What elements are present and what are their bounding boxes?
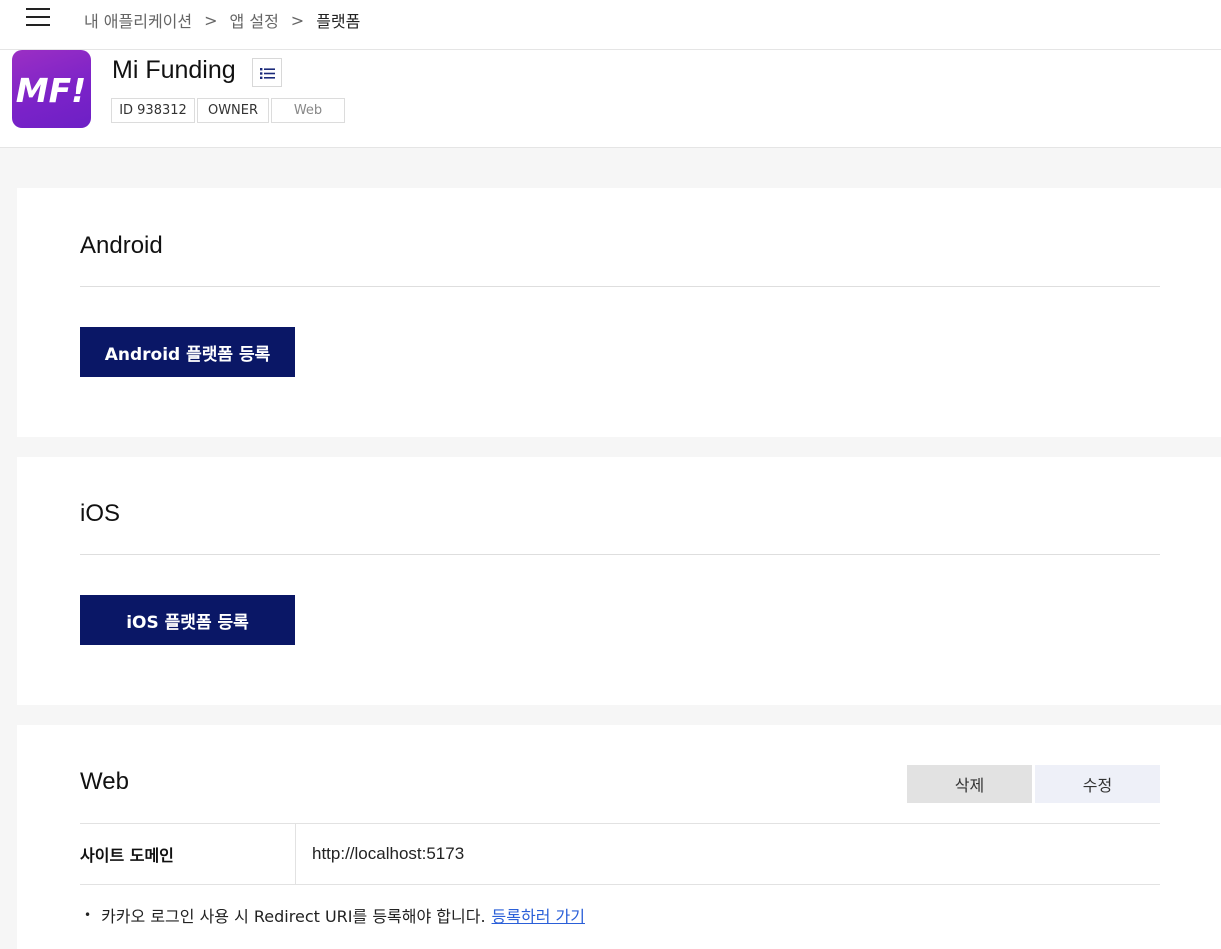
breadcrumb-current: 플랫폼 xyxy=(316,12,361,31)
site-domain-label: 사이트 도메인 xyxy=(80,824,296,884)
redirect-notice-text: 카카오 로그인 사용 시 Redirect URI를 등록해야 합니다. xyxy=(101,907,486,926)
ios-register-button[interactable]: iOS 플랫폼 등록 xyxy=(80,595,295,645)
android-card: Android Android 플랫폼 등록 xyxy=(17,188,1221,437)
site-domain-value: http://localhost:5173 xyxy=(312,844,465,863)
breadcrumb-item-app-settings[interactable]: 앱 설정 xyxy=(230,8,279,32)
android-divider xyxy=(80,286,1160,287)
svg-text:MF!: MF! xyxy=(16,71,86,110)
bullet-icon: • xyxy=(84,908,92,922)
app-icon: MF! xyxy=(12,50,91,128)
ios-title: iOS xyxy=(80,500,121,527)
app-platform-tag: Web xyxy=(271,98,345,123)
web-edit-button[interactable]: 수정 xyxy=(1035,765,1160,803)
redirect-notice: • 카카오 로그인 사용 시 Redirect URI를 등록해야 합니다. 등… xyxy=(80,903,585,927)
app-tags: ID 938312 OWNER Web xyxy=(111,98,347,123)
ios-divider xyxy=(80,554,1160,555)
android-title: Android xyxy=(80,232,163,259)
list-icon xyxy=(260,68,275,79)
app-logo-icon: MF! xyxy=(16,71,86,110)
app-header: MF! Mi Funding ID 938312 OWNER Web xyxy=(0,50,1221,148)
app-name: Mi Funding xyxy=(112,56,236,84)
site-domain-row: 사이트 도메인 http://localhost:5173 xyxy=(80,823,1160,885)
top-bar: 내 애플리케이션 > 앱 설정 > 플랫폼 xyxy=(0,0,1221,50)
app-id-tag: ID 938312 xyxy=(111,98,195,123)
register-redirect-link[interactable]: 등록하러 가기 xyxy=(492,903,585,927)
web-card: Web 삭제 수정 사이트 도메인 http://localhost:5173 … xyxy=(17,725,1221,949)
breadcrumb-separator: > xyxy=(290,10,305,30)
app-list-button[interactable] xyxy=(252,58,282,87)
breadcrumb-item-my-apps[interactable]: 내 애플리케이션 xyxy=(84,8,192,32)
breadcrumb-separator: > xyxy=(204,10,218,30)
breadcrumb: 내 애플리케이션 > 앱 설정 > 플랫폼 xyxy=(84,8,360,32)
hamburger-menu-icon[interactable] xyxy=(26,6,50,26)
app-role-tag: OWNER xyxy=(197,98,269,123)
ios-card: iOS iOS 플랫폼 등록 xyxy=(17,457,1221,705)
web-delete-button[interactable]: 삭제 xyxy=(907,765,1032,803)
web-title: Web xyxy=(80,768,129,795)
android-register-button[interactable]: Android 플랫폼 등록 xyxy=(80,327,295,377)
